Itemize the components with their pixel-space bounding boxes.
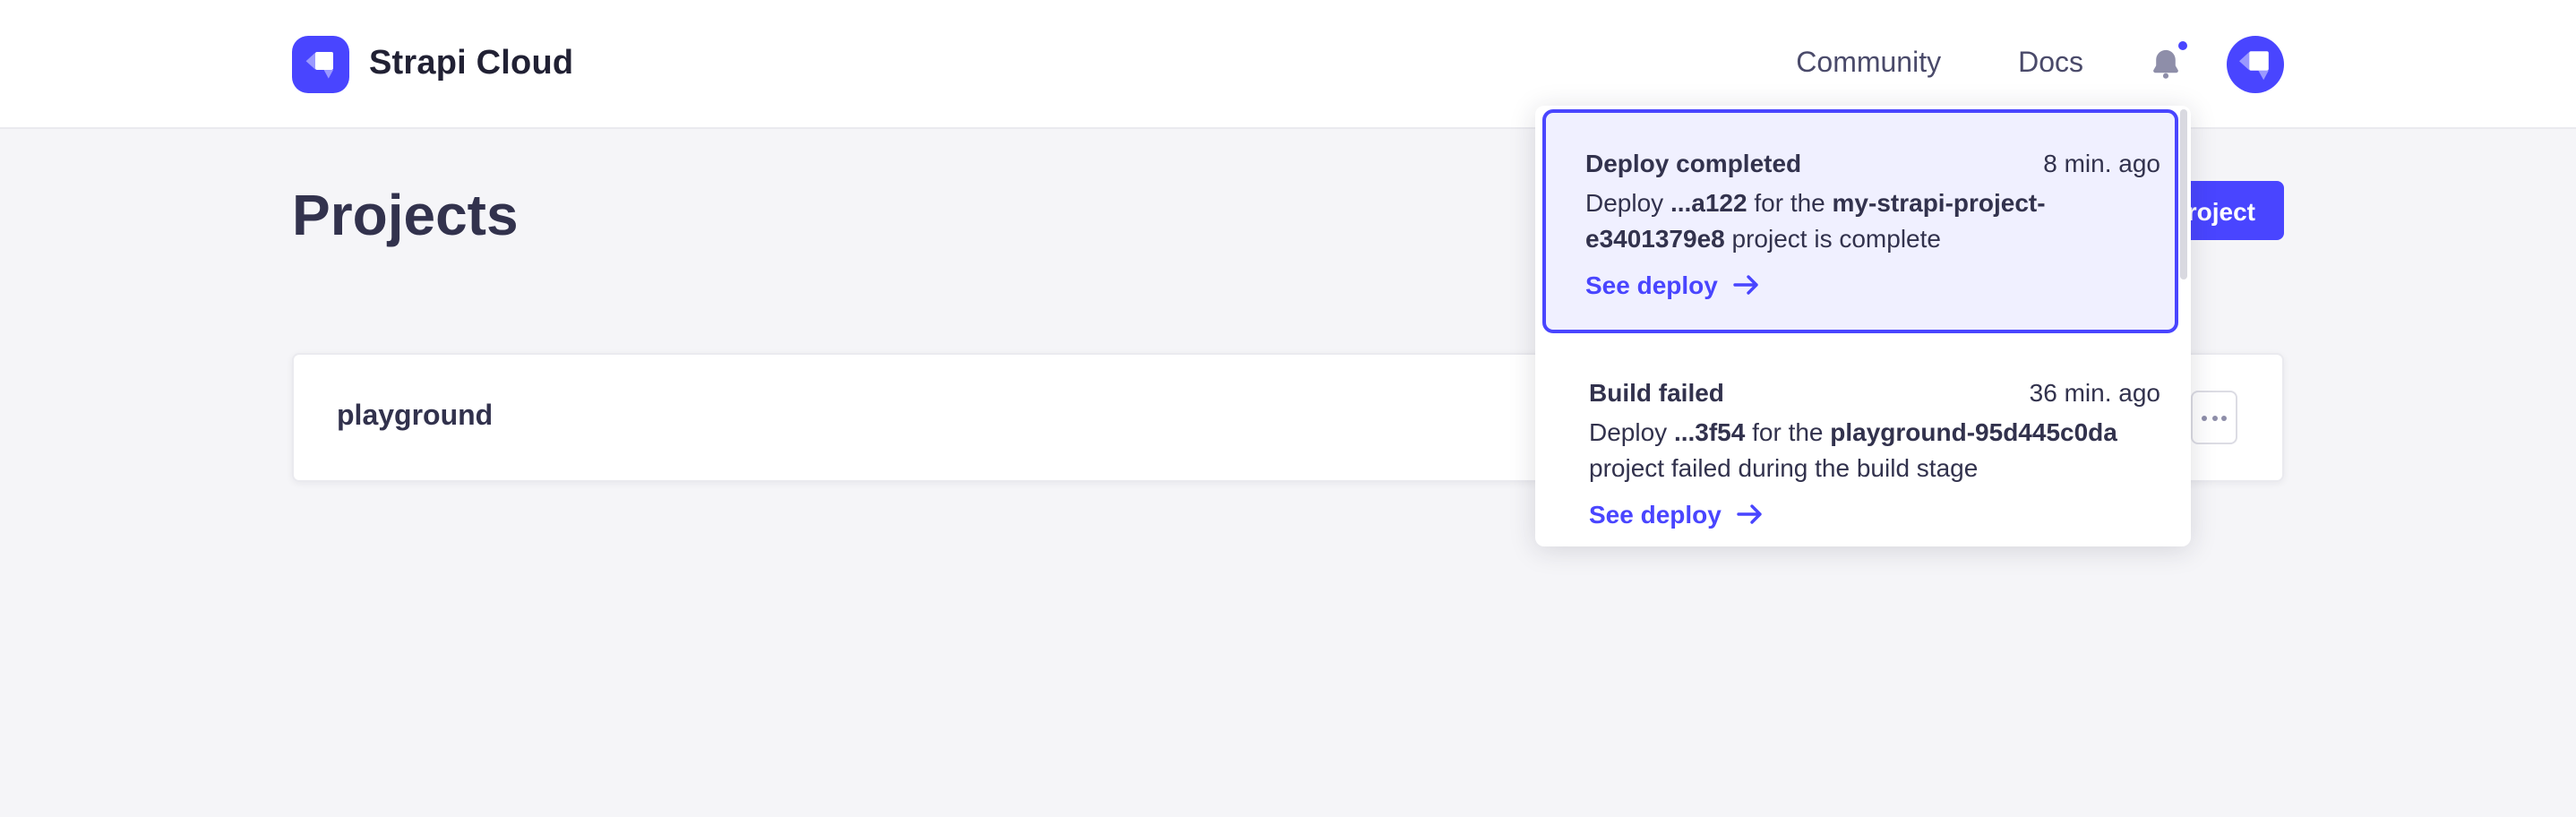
notification-title: Build failed [1589,374,1724,410]
see-deploy-link[interactable]: See deploy [1589,496,1765,532]
user-avatar[interactable] [2227,35,2284,92]
notification-dot [2178,41,2187,50]
notification-list: Deploy completed 8 min. ago Deploy ...a1… [1535,109,2191,546]
header-nav: Community Docs [1796,35,2284,92]
notification-head: Deploy completed 8 min. ago [1585,145,2160,181]
notification-time: 36 min. ago [2030,374,2160,410]
notification-title: Deploy completed [1585,145,1801,181]
notification-head: Build failed 36 min. ago [1589,374,2160,410]
strapi-avatar-icon [2227,35,2284,92]
ellipsis-icon [2202,415,2227,420]
notification-card[interactable]: Deploy completed 8 min. ago Deploy ...a1… [1542,109,2178,333]
see-deploy-label: See deploy [1589,496,1722,532]
bell-icon [2151,48,2180,79]
arrow-right-icon [1732,271,1761,299]
nav-link-community[interactable]: Community [1796,47,1941,80]
see-deploy-link[interactable]: See deploy [1585,267,1761,303]
project-more-button[interactable] [2191,391,2237,444]
notification-time: 8 min. ago [2043,145,2160,181]
arrow-right-icon [1736,500,1765,529]
brand-name: Strapi Cloud [369,44,573,83]
notifications-popover: Deploy completed 8 min. ago Deploy ...a1… [1535,106,2191,546]
notification-card[interactable]: Build failed 36 min. ago Deploy ...3f54 … [1542,335,2178,546]
project-name: playground [337,401,493,434]
notification-body: Deploy ...3f54 for the playground-95d445… [1589,414,2160,486]
app-root: Strapi Cloud Community Docs [0,0,2576,815]
nav-link-docs[interactable]: Docs [2018,47,2083,80]
notification-body: Deploy ...a122 for the my-strapi-project… [1585,185,2160,256]
see-deploy-label: See deploy [1585,267,1718,303]
notifications-button[interactable] [2151,48,2180,79]
strapi-logo-icon [292,35,349,92]
scrollbar-thumb[interactable] [2180,109,2187,280]
brand-home-link[interactable]: Strapi Cloud [292,35,573,92]
